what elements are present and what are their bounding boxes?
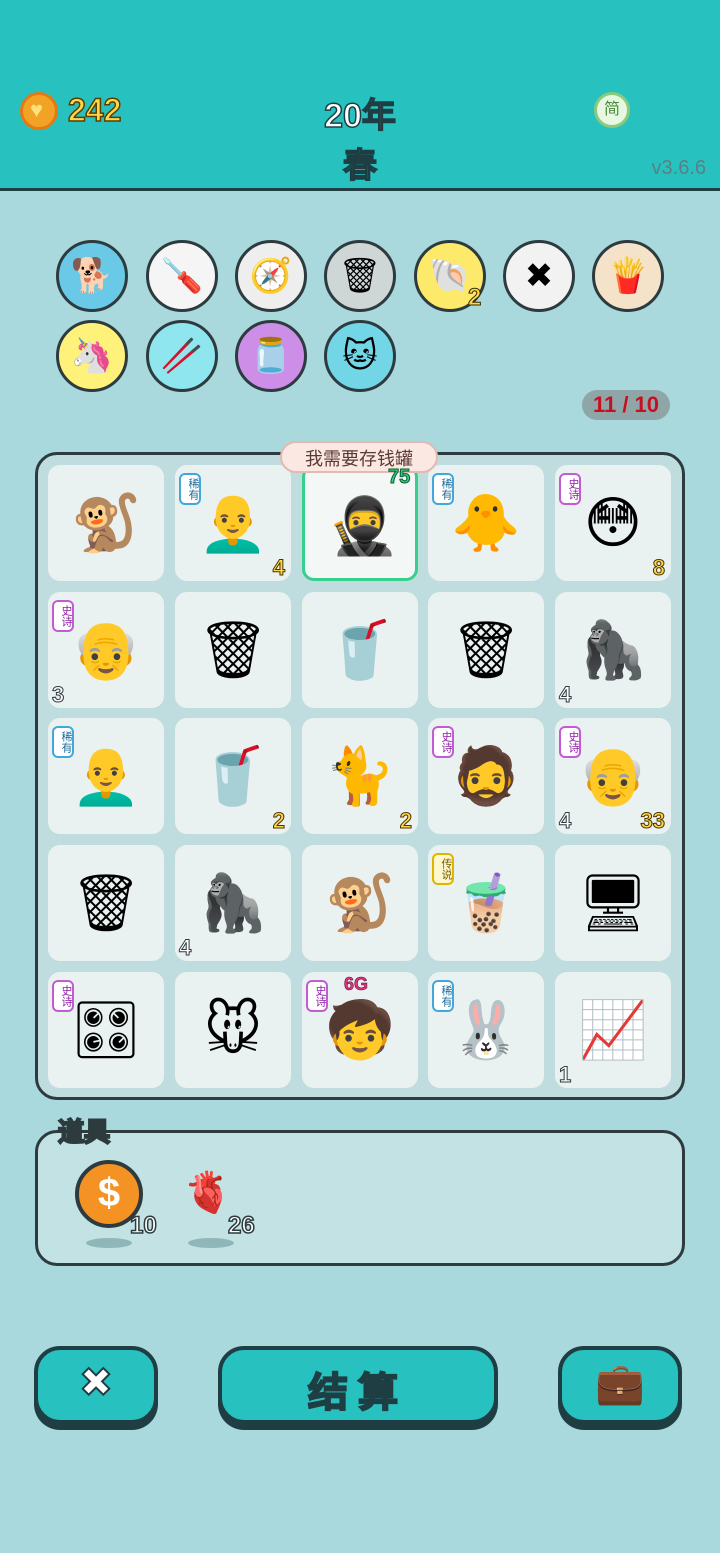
stock-chart-icon: 📈 bbox=[578, 998, 648, 1061]
grid-cell-bald-man[interactable]: 👨‍🦲 稀有 4 bbox=[175, 465, 291, 581]
rarity-tag: 传说 bbox=[432, 853, 454, 885]
dog-icon[interactable]: 🐕 bbox=[56, 240, 128, 312]
grid-cell-mouse[interactable]: 🐭 bbox=[175, 972, 291, 1088]
grid-cell-yellow-cat[interactable]: 🐈 2 bbox=[302, 718, 418, 834]
delete-icon: ✖ bbox=[78, 1360, 114, 1406]
rarity-tag: 稀有 bbox=[432, 473, 454, 505]
cell-count-secondary: 33 bbox=[640, 808, 666, 834]
grid-cell-trash-bag[interactable]: 🗑 bbox=[48, 845, 164, 961]
cell-count: 8 bbox=[652, 555, 665, 581]
rarity-tag: 稀有 bbox=[52, 726, 74, 758]
cell-count: 4 bbox=[558, 682, 572, 708]
grid-cell-gorilla[interactable]: 🦍 4 bbox=[555, 592, 671, 708]
rarity-tag: 稀有 bbox=[432, 980, 454, 1012]
trash-bag-icon: 🗑 bbox=[197, 618, 269, 681]
compass-icon[interactable]: 🧭 bbox=[235, 240, 307, 312]
rarity-tag: 史诗 bbox=[306, 980, 328, 1012]
rarity-tag: 史诗 bbox=[432, 726, 454, 758]
trash-bag-icon: 🗑 bbox=[70, 871, 142, 934]
season-label: 春 bbox=[342, 146, 378, 186]
grid-cell-cup[interactable]: 🥤 bbox=[302, 592, 418, 708]
capacity-counter: 11 / 10 bbox=[582, 390, 670, 420]
grid-cell-rabbit[interactable]: 🐰 稀有 bbox=[428, 972, 544, 1088]
grid-cell-monkey[interactable]: 🐒 bbox=[302, 845, 418, 961]
rarity-tag: 史诗 bbox=[559, 473, 581, 505]
delete-tag-icon[interactable]: ✖ bbox=[503, 240, 575, 312]
cell-count: 4 bbox=[558, 808, 572, 834]
grid-cell-computer[interactable]: 🖥 bbox=[555, 845, 671, 961]
coin-shadow bbox=[86, 1238, 132, 1248]
coin-tool-count: 10 bbox=[129, 1211, 157, 1240]
language-toggle-button[interactable]: 简 bbox=[594, 92, 630, 128]
liver-tool-count: 26 bbox=[227, 1211, 255, 1240]
grid-cell-old-man-wedding[interactable]: 👴 史诗 4 33 bbox=[555, 718, 671, 834]
settle-label: 结算 bbox=[307, 1370, 408, 1416]
mouse-icon: 🐭 bbox=[203, 998, 263, 1061]
grid-cell-bubble-tea[interactable]: 🧋 传说 bbox=[428, 845, 544, 961]
cell-count: 4 bbox=[272, 555, 285, 581]
jar-icon[interactable]: 🫙 bbox=[235, 320, 307, 392]
item-count-badge: 2 bbox=[467, 284, 482, 312]
grid-cell-chicken[interactable]: 🐥 稀有 bbox=[428, 465, 544, 581]
rarity-tag: 史诗 bbox=[52, 980, 74, 1012]
cell-count: 2 bbox=[272, 808, 285, 834]
speech-bubble: 我需要存钱罐 bbox=[280, 441, 438, 473]
chopsticks-icon[interactable]: 🥢 bbox=[146, 320, 218, 392]
gorilla-icon: 🦍 bbox=[578, 618, 648, 681]
briefcase-button[interactable]: 💼 bbox=[558, 1346, 682, 1424]
briefcase-icon: 💼 bbox=[595, 1362, 645, 1406]
rarity-tag: 稀有 bbox=[179, 473, 201, 505]
grid-cell-bearded-man[interactable]: 🧔 史诗 bbox=[428, 718, 544, 834]
selected-cell-value: 75 bbox=[387, 466, 411, 489]
grid-cell-gorilla[interactable]: 🦍 4 bbox=[175, 845, 291, 961]
cell-label: 6G bbox=[344, 974, 369, 995]
grid-cell-boy-6g[interactable]: 🧒 史诗 6G bbox=[302, 972, 418, 1088]
trash-recycle-icon[interactable]: 🗑 bbox=[324, 240, 396, 312]
cell-count: 2 bbox=[399, 808, 412, 834]
cat-icon[interactable]: 🐱 bbox=[324, 320, 396, 392]
liver-icon[interactable]: 🫀 bbox=[178, 1170, 238, 1216]
tools-title: 道具 bbox=[57, 1116, 111, 1148]
grid-cell-trash-bag[interactable]: 🗑 bbox=[428, 592, 544, 708]
rarity-tag: 史诗 bbox=[52, 600, 74, 632]
monkey-icon: 🐒 bbox=[325, 871, 395, 934]
cell-count: 3 bbox=[51, 682, 65, 708]
grid-cell-trash-bag[interactable]: 🗑 bbox=[175, 592, 291, 708]
grid-cell-graphics-card[interactable]: 🎛 史诗 bbox=[48, 972, 164, 1088]
unicorn-icon[interactable]: 🦄 bbox=[56, 320, 128, 392]
grid-cell-monkey[interactable]: 🐒 bbox=[48, 465, 164, 581]
grid-cell-yellow-face[interactable]: 😳 史诗 8 bbox=[555, 465, 671, 581]
delete-button[interactable]: ✖ bbox=[34, 1346, 158, 1424]
grid-cell-old-man[interactable]: 👴 史诗 3 bbox=[48, 592, 164, 708]
computer-icon: 🖥 bbox=[577, 871, 649, 934]
cell-count: 4 bbox=[178, 935, 192, 961]
gorilla-icon: 🦍 bbox=[198, 871, 268, 934]
trash-bag-icon: 🗑 bbox=[450, 618, 522, 681]
version-label: v3.6.6 bbox=[651, 157, 706, 179]
grid-cell-stock-chart[interactable]: 📈 1 bbox=[555, 972, 671, 1088]
grid-cell-soda-cup[interactable]: 🥤 2 bbox=[175, 718, 291, 834]
cup-icon: 🥤 bbox=[325, 618, 395, 681]
cell-count: 1 bbox=[558, 1062, 572, 1088]
rarity-tag: 史诗 bbox=[559, 726, 581, 758]
screwdriver-icon[interactable]: 🪛 bbox=[146, 240, 218, 312]
monkey-icon: 🐒 bbox=[71, 491, 141, 554]
fries-icon[interactable]: 🍟 bbox=[592, 240, 664, 312]
grid-cell-bald-man[interactable]: 👨‍🦲 稀有 bbox=[48, 718, 164, 834]
settle-button[interactable]: 结算 bbox=[218, 1346, 498, 1424]
